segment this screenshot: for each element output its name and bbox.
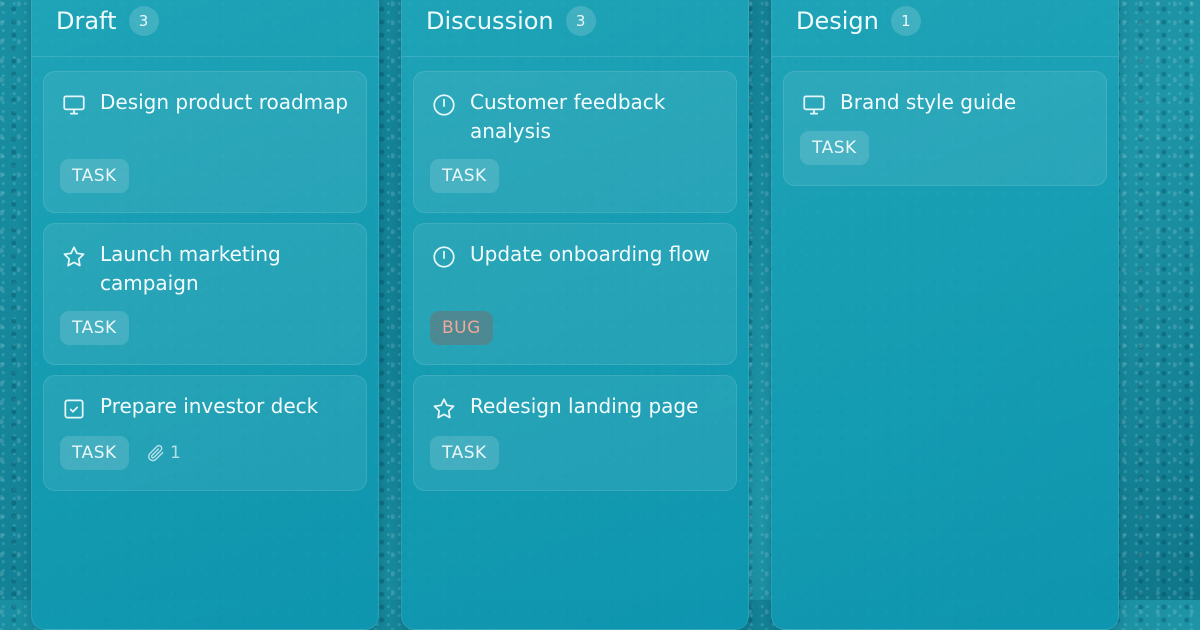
card-title: Launch marketing campaign bbox=[100, 242, 281, 295]
task-card[interactable]: Brand style guide TASK bbox=[783, 71, 1107, 186]
column-design: Design 1 Brand style guide TASK bbox=[771, 0, 1119, 630]
count-badge: 1 bbox=[890, 5, 921, 36]
kanban-board: Draft 3 Design product roadmap TASK Laun… bbox=[0, 0, 1200, 630]
type-tag: TASK bbox=[430, 159, 499, 193]
task-card[interactable]: Prepare investor deck TASK 1 bbox=[43, 375, 367, 491]
task-card[interactable]: Design product roadmap TASK bbox=[43, 71, 367, 213]
type-tag: TASK bbox=[60, 159, 129, 193]
column-draft: Draft 3 Design product roadmap TASK Laun… bbox=[31, 0, 379, 630]
card-title: Update onboarding flow bbox=[470, 242, 710, 266]
attachment-count[interactable]: 1 bbox=[146, 436, 181, 470]
task-card[interactable]: Customer feedback analysis TASK bbox=[413, 71, 737, 213]
column-header[interactable]: Design 1 bbox=[772, 0, 1118, 57]
type-tag: TASK bbox=[430, 436, 499, 470]
type-tag: TASK bbox=[60, 311, 129, 345]
count-badge: 3 bbox=[128, 5, 159, 36]
type-tag: TASK bbox=[800, 131, 869, 165]
card-title: Customer feedback analysis bbox=[470, 90, 666, 143]
star-icon bbox=[61, 244, 87, 270]
star-icon bbox=[431, 396, 457, 422]
card-title: Design product roadmap bbox=[100, 90, 349, 114]
clock-icon bbox=[431, 92, 457, 118]
card-title: Brand style guide bbox=[840, 90, 1017, 114]
checkbox-icon bbox=[61, 396, 87, 422]
task-card[interactable]: Redesign landing page TASK bbox=[413, 375, 737, 491]
bug-tag: BUG bbox=[430, 311, 493, 345]
attachment-count-value: 1 bbox=[170, 443, 181, 463]
card-title: Prepare investor deck bbox=[100, 394, 319, 418]
task-card[interactable]: Launch marketing campaign TASK bbox=[43, 223, 367, 365]
column-header[interactable]: Discussion 3 bbox=[402, 0, 748, 57]
card-title: Redesign landing page bbox=[470, 394, 699, 418]
column-title: Discussion bbox=[426, 6, 554, 35]
paperclip-icon bbox=[147, 444, 164, 462]
monitor-icon bbox=[61, 92, 87, 118]
task-card[interactable]: Update onboarding flow BUG bbox=[413, 223, 737, 365]
column-title: Draft bbox=[56, 6, 117, 35]
clock-icon bbox=[431, 244, 457, 270]
count-badge: 3 bbox=[565, 5, 596, 36]
column-title: Design bbox=[796, 6, 879, 35]
type-tag: TASK bbox=[60, 436, 129, 470]
monitor-icon bbox=[801, 92, 827, 118]
column-discussion: Discussion 3 Customer feedback analysis … bbox=[401, 0, 749, 630]
column-header[interactable]: Draft 3 bbox=[32, 0, 378, 57]
